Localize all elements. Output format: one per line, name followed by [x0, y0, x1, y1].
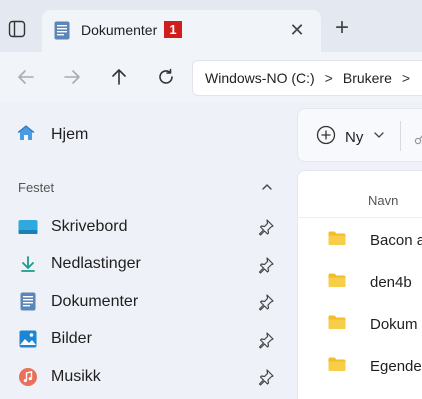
folder-icon — [328, 315, 346, 335]
list-item[interactable]: Dokum — [298, 305, 422, 343]
sidebar-item-pictures[interactable]: Bilder — [0, 321, 296, 359]
list-item[interactable]: Egende — [298, 347, 422, 385]
navigation-bar: Windows-NO (C:) > Brukere > — [0, 52, 422, 102]
folder-icon — [328, 357, 346, 377]
sidebar-item-label: Hjem — [51, 126, 89, 143]
sidebar-item-label: Nedlastinger — [51, 255, 141, 273]
pinned-list: Skrivebord Nedlastinger Dokumenter Bilde… — [0, 208, 296, 396]
home-icon — [16, 123, 36, 148]
sidebar-item-desktop[interactable]: Skrivebord — [0, 208, 296, 246]
chevron-up-icon[interactable] — [258, 178, 276, 196]
close-tab-button[interactable]: ✕ — [286, 19, 308, 41]
desktop-icon — [18, 217, 38, 237]
new-button[interactable]: Ny — [316, 125, 385, 150]
navigation-pane: Hjem Festet Skrivebord Nedlastinger Doku… — [0, 102, 296, 399]
pin-icon[interactable] — [256, 255, 276, 275]
sidebar-item-label: Skrivebord — [51, 217, 128, 235]
documents-icon — [18, 292, 38, 312]
document-icon — [54, 21, 70, 45]
breadcrumb-users[interactable]: Brukere — [343, 70, 392, 86]
sidebar-item-label: Dokumenter — [51, 292, 139, 310]
refresh-button[interactable] — [153, 64, 179, 90]
music-icon — [18, 367, 38, 387]
plus-circle-icon — [316, 125, 336, 150]
pin-icon[interactable] — [256, 330, 276, 350]
list-item[interactable]: den4b — [298, 263, 422, 301]
sidebar-item-downloads[interactable]: Nedlastinger — [0, 246, 296, 284]
file-name: Dokum — [370, 316, 418, 333]
title-bar: Dokumenter 1 ✕ + — [0, 0, 422, 52]
pin-icon[interactable] — [256, 367, 276, 387]
file-name: Egende — [370, 358, 422, 375]
download-icon — [18, 254, 38, 274]
breadcrumb-drive[interactable]: Windows-NO (C:) — [205, 70, 315, 86]
chevron-down-icon — [373, 128, 385, 146]
pictures-icon — [18, 329, 38, 349]
new-tab-button[interactable]: + — [331, 15, 353, 41]
column-header-name[interactable]: Navn — [368, 193, 398, 208]
tab-documents[interactable]: Dokumenter 1 ✕ — [42, 10, 321, 52]
tab-badge: 1 — [164, 21, 182, 38]
pinned-section-heading: Festet — [18, 180, 55, 195]
sidebar-item-label: Musikk — [51, 367, 101, 385]
pin-icon[interactable] — [256, 292, 276, 312]
tab-title: Dokumenter — [81, 22, 158, 38]
tab-switcher-icon[interactable] — [6, 18, 28, 40]
file-name: Bacon a — [370, 232, 422, 249]
sidebar-item-music[interactable]: Musikk — [0, 358, 296, 396]
breadcrumb-separator[interactable]: > — [325, 70, 333, 86]
new-button-label: Ny — [345, 128, 364, 146]
breadcrumb-separator[interactable]: > — [402, 70, 410, 86]
arrow-right-icon — [64, 70, 80, 84]
command-divider — [400, 121, 401, 151]
up-button[interactable] — [106, 64, 132, 90]
forward-button[interactable] — [59, 64, 85, 90]
arrow-up-icon — [112, 69, 126, 85]
sidebar-item-label: Bilder — [51, 330, 92, 348]
back-button[interactable] — [13, 64, 39, 90]
pin-icon[interactable] — [256, 217, 276, 237]
scissors-icon[interactable] — [412, 126, 422, 151]
refresh-icon — [159, 68, 173, 84]
sidebar-item-documents[interactable]: Dokumenter — [0, 283, 296, 321]
file-list: Navn Bacon a den4b Dokum Egende — [297, 170, 422, 399]
folder-icon — [328, 231, 346, 251]
folder-icon — [328, 273, 346, 293]
address-bar[interactable]: Windows-NO (C:) > Brukere > — [192, 60, 422, 96]
list-item[interactable]: Bacon a — [298, 221, 422, 259]
file-name: den4b — [370, 274, 412, 291]
arrow-left-icon — [18, 70, 34, 84]
sidebar-item-home[interactable]: Hjem — [16, 123, 88, 147]
command-bar: Ny — [297, 108, 422, 162]
header-divider — [298, 217, 422, 218]
